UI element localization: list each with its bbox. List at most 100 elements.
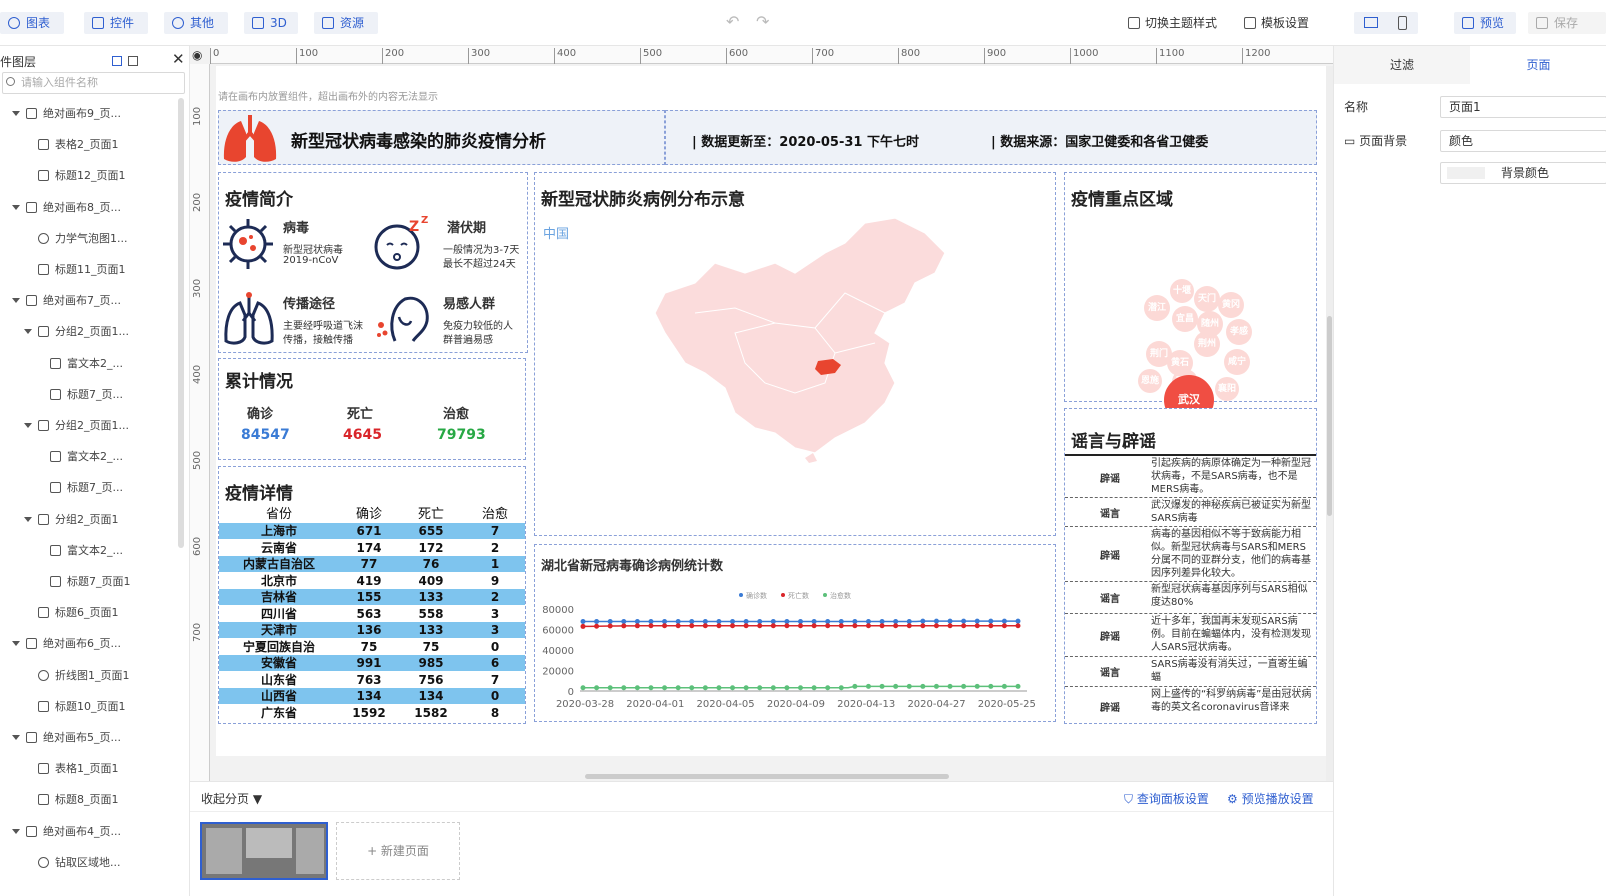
data-point[interactable]	[906, 683, 912, 689]
table-row[interactable]: 山东省 763 756 7	[219, 671, 525, 688]
data-point[interactable]	[974, 618, 980, 624]
layer-item[interactable]: 分组2_页面1	[24, 510, 119, 530]
data-point[interactable]	[770, 623, 776, 629]
data-point[interactable]	[920, 683, 926, 689]
bubble[interactable]: 潜江	[1144, 295, 1170, 321]
save-button[interactable]: 保存	[1528, 12, 1606, 34]
canvas-h-scrollbar[interactable]	[585, 774, 949, 779]
data-point[interactable]	[594, 685, 600, 691]
layer-item[interactable]: 表格1_页面1	[38, 759, 119, 779]
new-page-button[interactable]: + 新建页面	[336, 822, 460, 880]
layer-item[interactable]: 钻取区域地...	[38, 853, 121, 873]
data-point[interactable]	[716, 623, 722, 629]
data-point[interactable]	[702, 685, 708, 691]
bubble[interactable]: 宜昌	[1172, 306, 1198, 332]
chevron-down-icon[interactable]	[24, 516, 32, 522]
bubble[interactable]: 孝感	[1226, 319, 1252, 345]
layer-item[interactable]: 分组2_页面1...	[24, 322, 129, 342]
data-point[interactable]	[906, 623, 912, 629]
table-row[interactable]: 吉林省 155 133 2	[219, 589, 525, 605]
3d-menu-button[interactable]: 3D	[244, 12, 298, 34]
table-row[interactable]: 云南省 174 172 2	[219, 539, 525, 556]
layer-item[interactable]: 绝对画布4_页...	[12, 822, 121, 842]
data-point[interactable]	[838, 685, 844, 691]
data-point[interactable]	[689, 685, 695, 691]
china-map[interactable]	[635, 213, 975, 463]
data-point[interactable]	[798, 623, 803, 629]
background-type-select[interactable]: 颜色	[1440, 130, 1606, 152]
undo-icon[interactable]: ↶	[726, 12, 739, 31]
layer-item[interactable]: 标题7_页面1	[50, 572, 131, 592]
layer-item[interactable]: 标题12_页面1	[38, 166, 126, 186]
data-point[interactable]	[634, 619, 640, 625]
data-point[interactable]	[893, 683, 899, 689]
data-point[interactable]	[920, 618, 926, 624]
table-row[interactable]: 四川省 563 558 3	[219, 605, 525, 622]
data-point[interactable]	[621, 623, 627, 629]
rumor-row[interactable]: 辟谣 病毒的基因相似不等于致病能力相似。新型冠状病毒与SARS和MERS分属不同的…	[1065, 526, 1316, 581]
layer-item[interactable]: 富文本2_...	[50, 354, 123, 374]
layout-icon[interactable]	[112, 56, 122, 66]
preview-button[interactable]: 预览	[1454, 12, 1516, 34]
data-point[interactable]	[594, 623, 600, 629]
layer-item[interactable]: 力学气泡图1...	[38, 229, 128, 249]
data-point[interactable]	[675, 685, 681, 691]
layer-item[interactable]: 标题10_页面1	[38, 697, 126, 717]
table-row[interactable]: 北京市 419 409 9	[219, 572, 525, 589]
bubble[interactable]: 天门	[1194, 286, 1220, 312]
layer-item[interactable]: 富文本2_...	[50, 447, 123, 467]
redo-icon[interactable]: ↷	[756, 12, 769, 31]
data-point[interactable]	[580, 619, 586, 625]
data-point[interactable]	[947, 623, 953, 629]
chart-menu-button[interactable]: 图表	[0, 12, 64, 34]
bubble[interactable]: 襄阳	[1215, 377, 1239, 401]
layer-item[interactable]: 绝对画布8_页...	[12, 198, 121, 218]
play-settings-button[interactable]: ⚙ 预览播放设置	[1227, 790, 1314, 807]
data-point[interactable]	[811, 685, 817, 691]
table-row[interactable]: 内蒙古自治区 77 76 1	[219, 556, 525, 572]
table-row[interactable]: 安徽省 991 985 6	[219, 655, 525, 671]
rumor-row[interactable]: 辟谣 网上盛传的“科罗纳病毒”是由冠状病毒的英文名coronavirus音译来	[1065, 686, 1316, 723]
data-point[interactable]	[852, 683, 858, 689]
data-point[interactable]	[580, 623, 586, 629]
tab-filter[interactable]: 过滤	[1334, 46, 1470, 84]
tab-page[interactable]: 页面	[1470, 46, 1606, 84]
bubble[interactable]: 十堰	[1170, 279, 1194, 303]
data-point[interactable]	[865, 683, 871, 689]
resource-menu-button[interactable]: 资源	[314, 12, 378, 34]
control-menu-button[interactable]: 控件	[84, 12, 148, 34]
chevron-down-icon[interactable]	[12, 204, 20, 210]
data-point[interactable]	[634, 685, 640, 691]
layer-item[interactable]: 标题11_页面1	[38, 260, 126, 280]
chevron-down-icon[interactable]	[12, 298, 20, 304]
data-point[interactable]	[675, 623, 681, 629]
data-point[interactable]	[1001, 623, 1007, 629]
eye-icon[interactable]: ◉	[192, 48, 202, 62]
data-point[interactable]	[974, 683, 980, 689]
data-point[interactable]	[743, 623, 749, 629]
data-point[interactable]	[933, 623, 939, 629]
data-point[interactable]	[621, 619, 627, 625]
layer-item[interactable]: 分组2_页面1...	[24, 416, 129, 436]
rumor-row[interactable]: 谣言 武汉爆发的神秘疾病已被证实为新型SARS病毒	[1065, 497, 1316, 526]
data-point[interactable]	[825, 623, 831, 629]
data-point[interactable]	[662, 685, 668, 691]
chevron-down-icon[interactable]	[24, 329, 32, 335]
table-row[interactable]: 广东省 1592 1582 8	[219, 704, 525, 721]
canvas-v-scrollbar[interactable]	[1326, 66, 1333, 781]
chevron-down-icon[interactable]	[12, 735, 20, 740]
data-point[interactable]	[648, 623, 654, 629]
data-point[interactable]	[920, 623, 926, 629]
data-point[interactable]	[838, 623, 844, 629]
data-point[interactable]	[865, 623, 871, 629]
data-point[interactable]	[689, 623, 695, 629]
data-point[interactable]	[784, 685, 790, 691]
header-title-box[interactable]: 新型冠状病毒感染的肺炎疫情分析	[218, 110, 665, 165]
template-settings-button[interactable]: 模板设置	[1244, 14, 1309, 31]
data-point[interactable]	[798, 685, 803, 691]
layer-item[interactable]: 标题8_页面1	[38, 790, 119, 810]
data-point[interactable]	[621, 685, 627, 691]
table-row[interactable]: 上海市 671 655 7	[219, 523, 525, 539]
data-point[interactable]	[757, 623, 763, 629]
layer-item[interactable]: 标题7_页...	[50, 385, 123, 405]
